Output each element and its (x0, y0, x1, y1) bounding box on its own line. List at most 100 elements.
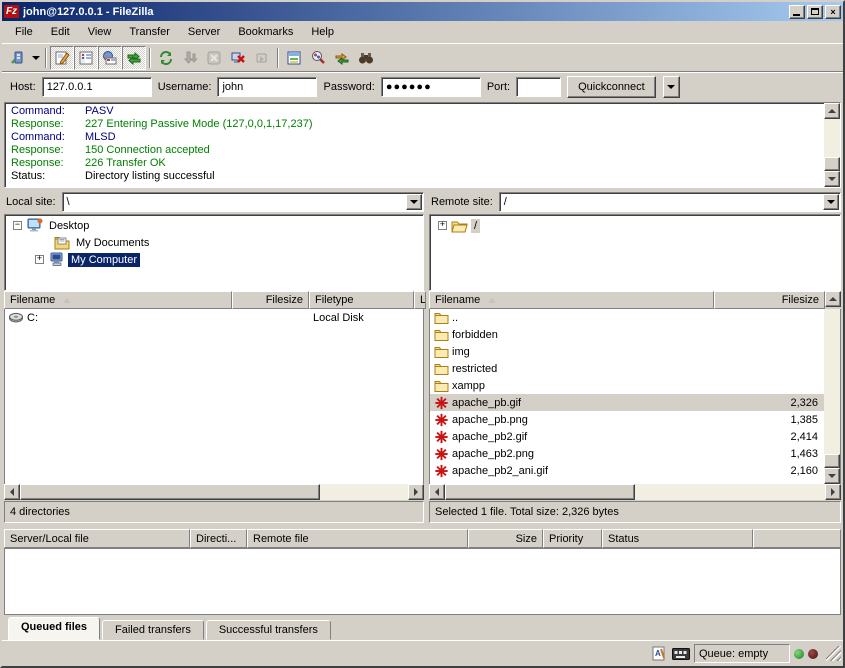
process-queue-button[interactable] (178, 46, 202, 70)
local-site-combo-dropdown[interactable] (406, 194, 422, 210)
remote-file-row-selected[interactable]: apache_pb.gif2,326 (430, 394, 824, 411)
tab-queued-files[interactable]: Queued files (8, 617, 100, 640)
remote-file-row[interactable]: xampp (430, 377, 824, 394)
host-input[interactable] (42, 77, 152, 97)
menu-transfer[interactable]: Transfer (120, 23, 179, 41)
disconnect-button[interactable] (226, 46, 250, 70)
sort-ascending-icon (488, 298, 496, 303)
scroll-thumb[interactable] (445, 484, 635, 500)
remote-vertical-scrollbar[interactable] (824, 309, 840, 484)
menu-file[interactable]: File (6, 23, 42, 41)
remote-file-row[interactable]: restricted (430, 360, 824, 377)
toggle-remote-tree-button[interactable] (98, 46, 122, 70)
column-filename[interactable]: Filename (4, 291, 232, 309)
remote-site-bar: Remote site: / (429, 190, 841, 214)
expand-icon[interactable]: + (438, 221, 447, 230)
scroll-down-button[interactable] (824, 468, 840, 484)
remote-horizontal-scrollbar[interactable] (429, 484, 841, 500)
scroll-left-button[interactable] (4, 484, 20, 500)
local-horizontal-scrollbar[interactable] (4, 484, 424, 500)
remote-site-combo[interactable]: / (499, 192, 841, 212)
username-input[interactable] (217, 77, 317, 97)
scroll-left-button[interactable] (429, 484, 445, 500)
quickconnect-dropdown[interactable] (663, 76, 680, 98)
log-line: Command:PASV (11, 105, 824, 118)
activity-led-red-icon (808, 649, 818, 659)
port-input[interactable] (516, 77, 561, 97)
scroll-up-button[interactable] (824, 103, 840, 119)
tree-item-my-documents[interactable]: My Documents (5, 234, 423, 251)
remote-site-combo-dropdown[interactable] (823, 194, 839, 210)
menu-edit[interactable]: Edit (42, 23, 79, 41)
scroll-thumb[interactable] (824, 157, 840, 171)
queue-body[interactable] (4, 548, 841, 615)
remote-file-row[interactable]: apache_pb.png1,385 (430, 411, 824, 428)
remote-file-row[interactable]: .. (430, 309, 824, 326)
password-input[interactable] (381, 77, 481, 97)
local-site-bar: Local site: \ (4, 190, 424, 214)
close-button[interactable]: × (825, 5, 841, 19)
site-manager-button[interactable] (5, 46, 29, 70)
collapse-icon[interactable]: − (13, 221, 22, 230)
tree-item-my-computer[interactable]: + My Computer (5, 251, 423, 268)
column-filename[interactable]: Filename (429, 291, 714, 309)
toggle-log-button[interactable] (50, 46, 74, 70)
menu-help[interactable]: Help (302, 23, 343, 41)
remote-file-row[interactable]: forbidden (430, 326, 824, 343)
tree-item-desktop[interactable]: − Desktop (5, 217, 423, 234)
reconnect-button[interactable] (250, 46, 274, 70)
toggle-local-tree-button[interactable] (74, 46, 98, 70)
queue-column-direction[interactable]: Directi... (190, 529, 247, 548)
menu-bookmarks[interactable]: Bookmarks (229, 23, 302, 41)
scroll-up-button[interactable] (825, 291, 841, 307)
queue-column-empty[interactable] (753, 529, 841, 548)
local-file-row[interactable]: C: Local Disk (5, 309, 423, 326)
remote-pane: Remote site: / + / Filename Filesize (429, 190, 841, 523)
site-manager-dropdown[interactable] (29, 47, 42, 69)
quickconnect-button[interactable]: Quickconnect (567, 76, 656, 98)
column-filesize[interactable]: Filesize (714, 291, 825, 309)
queue-column-size[interactable]: Size (468, 529, 543, 548)
filezilla-window: Fz john@127.0.0.1 - FileZilla × File Edi… (0, 0, 845, 668)
expand-icon[interactable]: + (35, 255, 44, 264)
resize-grip[interactable] (826, 646, 841, 661)
queue-column-status[interactable]: Status (602, 529, 753, 548)
tree-item-root[interactable]: + / (430, 217, 840, 234)
speed-limit-indicator-icon[interactable] (672, 646, 690, 661)
menu-view[interactable]: View (79, 23, 121, 41)
refresh-button[interactable] (154, 46, 178, 70)
local-site-combo[interactable]: \ (62, 192, 424, 212)
column-filetype[interactable]: Filetype (309, 291, 414, 309)
remote-file-row[interactable]: apache_pb2.gif2,414 (430, 428, 824, 445)
maximize-button[interactable] (807, 5, 823, 19)
synchronized-browsing-button[interactable] (330, 46, 354, 70)
remote-list-body: .. forbidden img restricted xampp apache… (429, 309, 841, 484)
scroll-right-button[interactable] (408, 484, 424, 500)
local-file-list: Filename Filesize Filetype L C: Local Di… (4, 291, 424, 500)
queue-column-remote-file[interactable]: Remote file (247, 529, 468, 548)
data-type-indicator-icon[interactable]: A (650, 646, 668, 661)
scroll-right-button[interactable] (825, 484, 841, 500)
queue-tabs: Queued files Failed transfers Successful… (2, 615, 843, 640)
scroll-thumb[interactable] (20, 484, 320, 500)
menu-server[interactable]: Server (179, 23, 229, 41)
remote-site-path: / (500, 196, 823, 208)
queue-column-priority[interactable]: Priority (543, 529, 602, 548)
log-scrollbar[interactable] (824, 103, 840, 187)
title-bar[interactable]: Fz john@127.0.0.1 - FileZilla × (2, 2, 843, 21)
column-filesize[interactable]: Filesize (232, 291, 309, 309)
remote-file-row[interactable]: apache_pb2_ani.gif2,160 (430, 462, 824, 479)
queue-column-server-local-file[interactable]: Server/Local file (4, 529, 190, 548)
scroll-down-button[interactable] (824, 171, 840, 187)
find-files-button[interactable] (354, 46, 378, 70)
filter-button[interactable] (282, 46, 306, 70)
scroll-thumb[interactable] (824, 454, 840, 468)
compare-directories-button[interactable] (306, 46, 330, 70)
toggle-queue-button[interactable] (122, 46, 146, 70)
cancel-button[interactable] (202, 46, 226, 70)
remote-file-row[interactable]: img (430, 343, 824, 360)
tab-successful-transfers[interactable]: Successful transfers (206, 620, 331, 640)
tab-failed-transfers[interactable]: Failed transfers (102, 620, 204, 640)
remote-file-row[interactable]: apache_pb2.png1,463 (430, 445, 824, 462)
minimize-button[interactable] (789, 5, 805, 19)
